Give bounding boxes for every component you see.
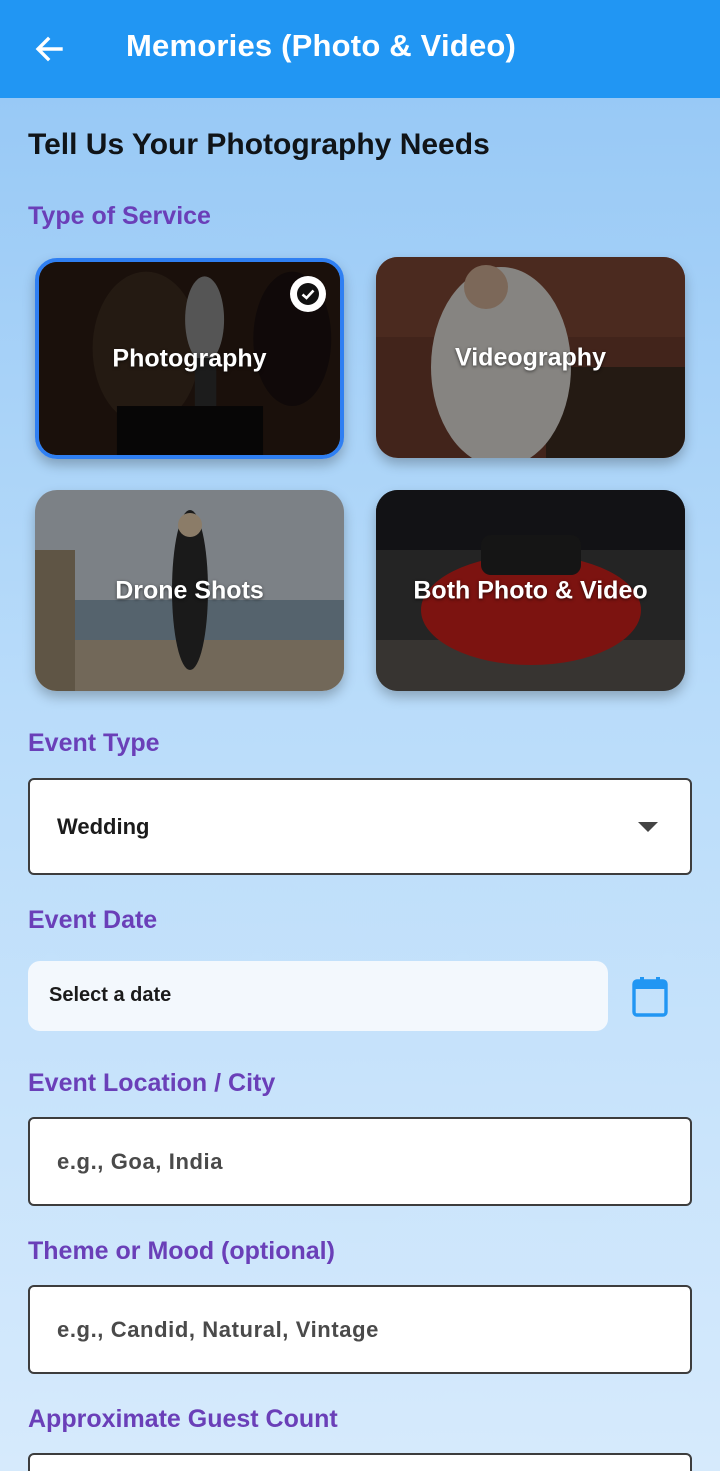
- arrow-left-icon: [35, 36, 63, 62]
- event-location-label: Event Location / City: [28, 1069, 276, 1097]
- check-circle-icon: [290, 276, 326, 312]
- service-card-label: Photography: [112, 344, 267, 372]
- app-bar: Memories (Photo & Video): [0, 0, 720, 98]
- calendar-button[interactable]: [630, 976, 670, 1018]
- event-date-value: Select a date: [49, 984, 172, 1006]
- service-card-label: Both Photo & Video: [413, 576, 648, 604]
- theme-label: Theme or Mood (optional): [28, 1237, 335, 1265]
- event-type-value: Wedding: [57, 814, 150, 839]
- event-date-label: Event Date: [28, 906, 158, 934]
- dropdown-arrow-icon: [638, 822, 658, 832]
- calendar-icon: [632, 977, 668, 1017]
- guest-count-input[interactable]: [28, 1453, 692, 1471]
- event-type-dropdown[interactable]: Wedding: [28, 778, 692, 875]
- event-location-input[interactable]: [28, 1117, 692, 1206]
- theme-input[interactable]: [28, 1285, 692, 1374]
- service-card-drone-shots[interactable]: Drone Shots: [35, 490, 344, 691]
- event-date-field[interactable]: Select a date: [28, 961, 608, 1031]
- service-type-label: Type of Service: [28, 202, 211, 230]
- guest-count-label: Approximate Guest Count: [28, 1405, 338, 1433]
- service-card-both-photo-video[interactable]: Both Photo & Video: [376, 490, 685, 691]
- service-card-videography[interactable]: Videography: [376, 257, 685, 458]
- service-card-photography[interactable]: Photography: [35, 258, 344, 459]
- event-type-label: Event Type: [28, 729, 160, 757]
- page-heading: Tell Us Your Photography Needs: [28, 128, 490, 161]
- service-card-label: Videography: [455, 343, 606, 371]
- back-button[interactable]: [30, 30, 68, 68]
- service-card-label: Drone Shots: [115, 576, 264, 604]
- app-bar-title: Memories (Photo & Video): [126, 28, 517, 63]
